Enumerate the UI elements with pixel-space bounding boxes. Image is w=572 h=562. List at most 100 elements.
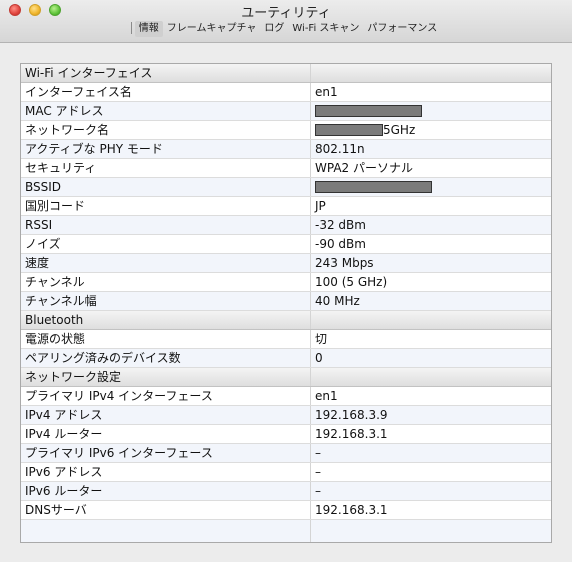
info-table[interactable]: Wi-Fi インターフェイス インターフェイス名 en1 MAC アドレス ネッ…	[20, 63, 552, 543]
column-divider	[310, 349, 311, 367]
column-divider	[310, 387, 311, 405]
row-key: セキュリティ	[25, 161, 97, 175]
redaction-block	[315, 181, 432, 193]
tab-frame-capture[interactable]: フレームキャプチャ	[163, 21, 261, 37]
column-divider	[310, 178, 311, 196]
row-key: BSSID	[25, 180, 62, 194]
column-divider	[310, 140, 311, 158]
table-row[interactable]: IPv6 アドレス –	[21, 463, 551, 482]
column-divider	[310, 311, 311, 329]
table-row[interactable]: 国別コード JP	[21, 197, 551, 216]
row-value: 100 (5 GHz)	[315, 275, 388, 289]
table-row[interactable]: 電源の状態 切	[21, 330, 551, 349]
row-value: JP	[315, 199, 326, 213]
table-row[interactable]: アクティブな PHY モード 802.11n	[21, 140, 551, 159]
column-divider	[310, 501, 311, 519]
column-divider	[310, 482, 311, 500]
row-key: チャンネル幅	[25, 294, 97, 308]
section-title: ネットワーク設定	[25, 370, 122, 384]
row-value: 192.168.3.1	[315, 427, 388, 441]
table-row[interactable]: DNSサーバ 192.168.3.1	[21, 501, 551, 520]
row-key: IPv4 ルーター	[25, 427, 103, 441]
tab-log[interactable]: ログ	[260, 21, 288, 37]
table-row-empty	[21, 520, 551, 542]
table-row[interactable]: セキュリティ WPA2 パーソナル	[21, 159, 551, 178]
column-divider	[310, 330, 311, 348]
table-row[interactable]: MAC アドレス	[21, 102, 551, 121]
toolbar-tabs: 情報 フレームキャプチャ ログ Wi-Fi スキャン パフォーマンス	[0, 21, 572, 39]
table-row[interactable]: IPv6 ルーター –	[21, 482, 551, 501]
table-row[interactable]: IPv4 ルーター 192.168.3.1	[21, 425, 551, 444]
table-row[interactable]: 速度 243 Mbps	[21, 254, 551, 273]
row-value: 切	[315, 332, 328, 346]
column-divider	[310, 273, 311, 291]
row-value: WPA2 パーソナル	[315, 161, 413, 175]
row-value: 40 MHz	[315, 294, 360, 308]
row-key: IPv4 アドレス	[25, 408, 103, 422]
row-value: 192.168.3.1	[315, 503, 388, 517]
row-value: -32 dBm	[315, 218, 366, 232]
row-value: en1	[315, 389, 338, 403]
column-divider	[310, 254, 311, 272]
section-title: Bluetooth	[25, 313, 84, 327]
row-key: 国別コード	[25, 199, 86, 213]
table-row[interactable]: RSSI -32 dBm	[21, 216, 551, 235]
column-divider	[310, 292, 311, 310]
table-row[interactable]: チャンネル幅 40 MHz	[21, 292, 551, 311]
section-header-wifi: Wi-Fi インターフェイス	[21, 64, 551, 83]
row-key: ノイズ	[25, 237, 61, 251]
tab-performance[interactable]: パフォーマンス	[363, 21, 441, 37]
row-value: 243 Mbps	[315, 256, 374, 270]
row-key: 電源の状態	[25, 332, 86, 346]
table-row[interactable]: ノイズ -90 dBm	[21, 235, 551, 254]
table-row[interactable]: BSSID	[21, 178, 551, 197]
section-title: Wi-Fi インターフェイス	[25, 66, 153, 80]
row-value: en1	[315, 85, 338, 99]
table-row[interactable]: ペアリング済みのデバイス数 0	[21, 349, 551, 368]
row-key: プライマリ IPv6 インターフェース	[25, 446, 213, 460]
row-key: 速度	[25, 256, 50, 270]
table-row[interactable]: IPv4 アドレス 192.168.3.9	[21, 406, 551, 425]
network-name-value: 5GHz	[315, 121, 415, 139]
title-bar: ユーティリティ 情報 フレームキャプチャ ログ Wi-Fi スキャン パフォーマンス	[0, 0, 572, 43]
tab-wifi-scan[interactable]: Wi-Fi スキャン	[288, 21, 363, 37]
column-divider	[310, 64, 311, 82]
section-header-network: ネットワーク設定	[21, 368, 551, 387]
row-key: IPv6 ルーター	[25, 484, 103, 498]
row-key: インターフェイス名	[25, 85, 132, 99]
row-value: –	[315, 484, 321, 498]
row-key: チャンネル	[25, 275, 85, 289]
column-divider	[310, 159, 311, 177]
row-key: DNSサーバ	[25, 503, 87, 517]
table-row[interactable]: ネットワーク名 5GHz	[21, 121, 551, 140]
column-divider	[310, 444, 311, 462]
table-row[interactable]: チャンネル 100 (5 GHz)	[21, 273, 551, 292]
row-value: 192.168.3.9	[315, 408, 388, 422]
column-divider	[310, 102, 311, 120]
row-value: –	[315, 465, 321, 479]
tab-info[interactable]: 情報	[134, 21, 163, 37]
column-divider	[310, 425, 311, 443]
table-row[interactable]: インターフェイス名 en1	[21, 83, 551, 102]
bssid-value	[315, 178, 432, 196]
redaction-block	[315, 105, 422, 117]
row-value: 802.11n	[315, 142, 365, 156]
row-key: アクティブな PHY モード	[25, 142, 163, 156]
table-row[interactable]: プライマリ IPv6 インターフェース –	[21, 444, 551, 463]
column-divider	[310, 520, 311, 542]
row-key: ペアリング済みのデバイス数	[25, 351, 181, 365]
window-title: ユーティリティ	[241, 6, 331, 21]
column-divider	[310, 197, 311, 215]
table-row[interactable]: プライマリ IPv4 インターフェース en1	[21, 387, 551, 406]
utility-window: ユーティリティ 情報 フレームキャプチャ ログ Wi-Fi スキャン パフォーマンス W…	[0, 0, 572, 562]
row-key: プライマリ IPv4 インターフェース	[25, 389, 213, 403]
row-value: –	[315, 446, 321, 460]
column-divider	[310, 235, 311, 253]
row-key: RSSI	[25, 218, 53, 232]
toolbar-separator	[130, 22, 132, 34]
section-header-bluetooth: Bluetooth	[21, 311, 551, 330]
column-divider	[310, 406, 311, 424]
row-key: ネットワーク名	[25, 123, 110, 137]
network-name-suffix: 5GHz	[383, 123, 416, 137]
mac-address-value	[315, 102, 422, 120]
